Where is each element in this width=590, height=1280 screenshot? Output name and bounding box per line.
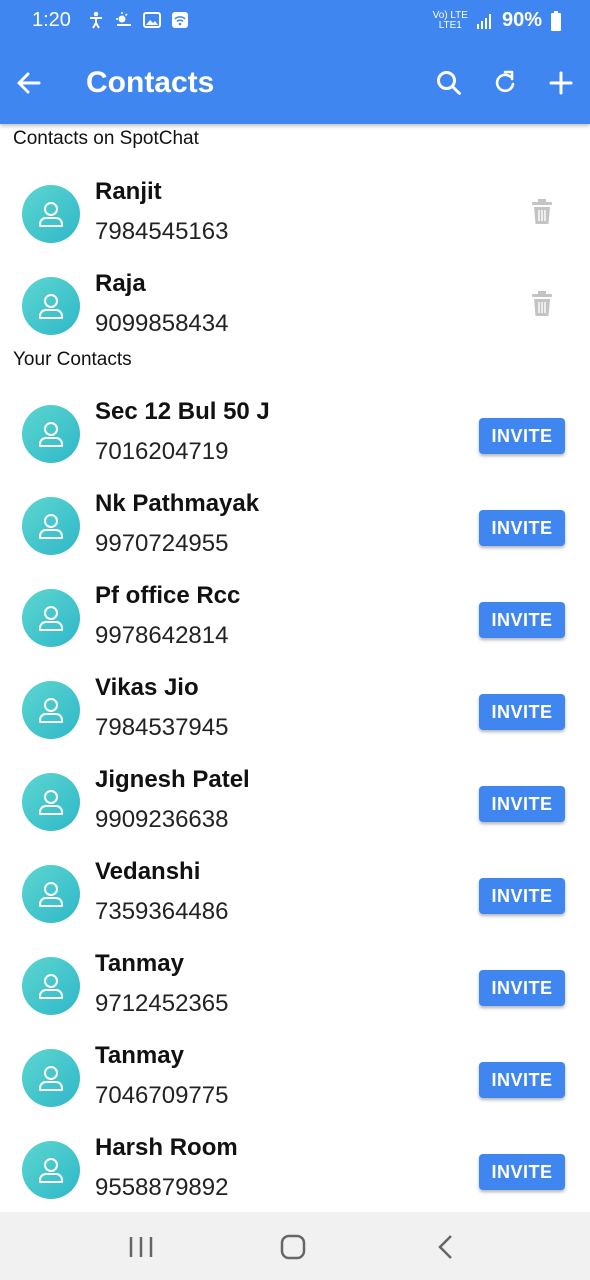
home-icon[interactable]: [278, 1234, 308, 1260]
back-nav-icon[interactable]: [432, 1234, 462, 1260]
contact-name: Vikas Jio: [95, 674, 199, 701]
section-header-your-contacts: Your Contacts: [13, 349, 132, 370]
contact-name: Nk Pathmayak: [95, 490, 260, 517]
contact-phone: 7984545163: [95, 218, 229, 245]
contact-row[interactable]: Raja 9099858434: [0, 260, 590, 352]
person-icon: [39, 606, 63, 631]
contact-name: Sec 12 Bul 50 J: [95, 398, 270, 425]
person-icon: [39, 514, 63, 539]
app-bar: 1:20 Vo) LTE LTE1 90% Contacts: [0, 0, 590, 124]
contact-row[interactable]: Jignesh Patel 9909236638 INVITE: [0, 756, 590, 848]
avatar: [22, 589, 80, 647]
recent-apps-icon[interactable]: [126, 1234, 156, 1260]
contact-name: Tanmay: [95, 950, 184, 977]
invite-button[interactable]: INVITE: [479, 694, 565, 730]
contact-phone: 7984537945: [95, 714, 229, 741]
avatar: [22, 185, 80, 243]
gallery-icon: [143, 12, 161, 28]
person-icon: [39, 202, 63, 227]
person-icon: [39, 294, 63, 319]
network-label: Vo) LTE LTE1: [432, 9, 468, 31]
avatar: [22, 773, 80, 831]
add-icon[interactable]: [546, 68, 576, 98]
invite-button[interactable]: INVITE: [479, 602, 565, 638]
signal-icon: [476, 13, 491, 29]
contact-phone: 9909236638: [95, 806, 229, 833]
invite-button[interactable]: INVITE: [479, 878, 565, 914]
person-icon: [39, 1066, 63, 1091]
avatar: [22, 1049, 80, 1107]
avatar: [22, 1141, 80, 1199]
weather-icon: [116, 12, 131, 26]
person-icon: [39, 790, 63, 815]
contact-phone: 9712452365: [95, 990, 229, 1017]
invite-button[interactable]: INVITE: [479, 786, 565, 822]
system-nav-bar: [0, 1212, 590, 1280]
avatar: [22, 681, 80, 739]
contact-row[interactable]: Vikas Jio 7984537945 INVITE: [0, 664, 590, 756]
delete-icon[interactable]: [530, 290, 554, 318]
contact-phone: 7359364486: [95, 898, 229, 925]
contact-name: Harsh Room: [95, 1134, 238, 1161]
contact-row[interactable]: Harsh Room 9558879892 INVITE: [0, 1124, 590, 1212]
search-icon[interactable]: [434, 68, 464, 98]
avatar: [22, 277, 80, 335]
refresh-icon[interactable]: [490, 68, 520, 98]
avatar: [22, 405, 80, 463]
avatar: [22, 865, 80, 923]
person-icon: [39, 422, 63, 447]
invite-button[interactable]: INVITE: [479, 418, 565, 454]
contact-name: Ranjit: [95, 178, 162, 205]
contact-phone: 9099858434: [95, 310, 229, 337]
delete-icon[interactable]: [530, 198, 554, 226]
contact-phone: 9970724955: [95, 530, 229, 557]
person-icon: [39, 882, 63, 907]
contact-row[interactable]: Tanmay 7046709775 INVITE: [0, 1032, 590, 1124]
contact-name: Raja: [95, 270, 146, 297]
wifi-box-icon: [172, 12, 188, 28]
notification-icons: [86, 10, 190, 30]
invite-button[interactable]: INVITE: [479, 1062, 565, 1098]
system-status: Vo) LTE LTE1 90%: [433, 9, 562, 32]
contact-phone: 7016204719: [95, 438, 229, 465]
contact-name: Vedanshi: [95, 858, 201, 885]
avatar: [22, 497, 80, 555]
toolbar: Contacts: [0, 42, 590, 124]
contact-row[interactable]: Tanmay 9712452365 INVITE: [0, 940, 590, 1032]
page-title: Contacts: [86, 66, 215, 99]
accessibility-icon: [90, 11, 102, 29]
contact-name: Pf office Rcc: [95, 582, 241, 609]
person-icon: [39, 1158, 63, 1183]
status-time: 1:20: [32, 9, 71, 31]
invite-button[interactable]: INVITE: [479, 1154, 565, 1190]
contact-phone: 9558879892: [95, 1174, 229, 1201]
person-icon: [39, 698, 63, 723]
contacts-list[interactable]: Contacts on SpotChat Ranjit 7984545163 R…: [0, 124, 590, 1212]
back-arrow-icon[interactable]: [14, 68, 44, 98]
contact-name: Tanmay: [95, 1042, 184, 1069]
contact-row[interactable]: Sec 12 Bul 50 J 7016204719 INVITE: [0, 388, 590, 480]
contact-row[interactable]: Vedanshi 7359364486 INVITE: [0, 848, 590, 940]
contact-name: Jignesh Patel: [95, 766, 250, 793]
contact-phone: 9978642814: [95, 622, 229, 649]
contact-row[interactable]: Nk Pathmayak 9970724955 INVITE: [0, 480, 590, 572]
status-bar: 1:20 Vo) LTE LTE1 90%: [0, 0, 590, 42]
person-icon: [39, 974, 63, 999]
contact-phone: 7046709775: [95, 1082, 229, 1109]
battery-percent: 90%: [501, 9, 542, 31]
invite-button[interactable]: INVITE: [479, 510, 565, 546]
section-header-spotchat: Contacts on SpotChat: [13, 128, 199, 149]
avatar: [22, 957, 80, 1015]
contact-row[interactable]: Ranjit 7984545163: [0, 168, 590, 260]
invite-button[interactable]: INVITE: [479, 970, 565, 1006]
battery-icon: [551, 10, 561, 31]
contact-row[interactable]: Pf office Rcc 9978642814 INVITE: [0, 572, 590, 664]
